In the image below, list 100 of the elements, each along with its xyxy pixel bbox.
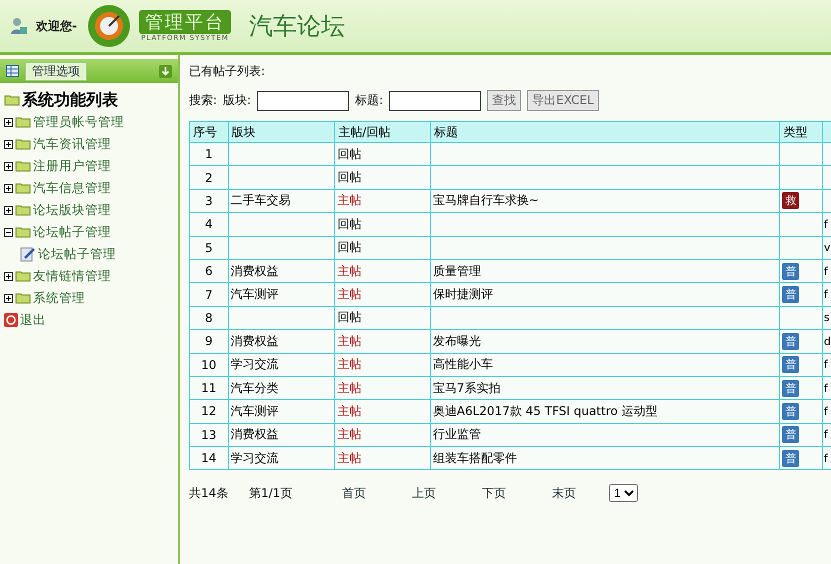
type-badge: 救 [782,192,800,210]
table-cell: 主帖 [334,400,430,424]
logo-title: 管理平台 [138,10,231,34]
expand-icon[interactable] [4,272,13,280]
tree-title: 系统功能列表 [22,90,118,110]
table-cell: 7 [190,282,228,306]
table-cell: 消费权益 [228,330,335,354]
folder-icon [15,204,31,216]
table-cell: 主帖 [334,376,430,400]
table-cell: 回帖 [334,142,430,166]
section-field[interactable] [257,90,350,110]
pager-link[interactable]: 上页 [389,484,459,502]
page-title: 汽车论坛 [248,11,345,42]
tree-item[interactable]: 论坛版块管理 [33,202,111,218]
table-cell: 组装车搭配零件 [430,446,780,470]
table-cell: 主帖 [334,446,430,470]
table-cell: 5 [190,236,228,260]
tree-item[interactable]: 论坛帖子管理 [38,246,116,262]
folder-icon [15,270,31,282]
list-heading: 已有帖子列表: [189,63,266,80]
tree-item[interactable]: 汽车资讯管理 [33,136,111,152]
expand-icon[interactable] [4,140,13,148]
title-label: 标题: [355,92,384,109]
type-badge: 普 [782,380,800,397]
folder-icon [15,116,31,128]
column-header: 主帖/回帖 [334,122,430,142]
table-cell: 4 [190,212,228,236]
table-cell: 8 [190,306,228,330]
table-cell: 宝马7系实拍 [430,376,780,400]
table-cell: 高性能小车 [430,353,780,376]
type-badge: 普 [782,332,800,350]
table-cell: 回帖 [334,166,430,190]
collapse-icon[interactable] [4,228,13,236]
table-cell: 10 [190,353,228,376]
column-header: 版块 [228,122,335,142]
expand-icon[interactable] [4,184,13,192]
sidebar-title: 管理选项 [25,62,87,80]
table-cell: 学习交流 [228,446,335,470]
tree-item[interactable]: 退出 [20,312,46,328]
type-badge: 普 [782,426,800,444]
page-select[interactable]: 1 [609,484,638,502]
title-field[interactable] [389,90,482,110]
user-icon [10,16,28,36]
table-cell: 主帖 [334,282,430,306]
expand-icon[interactable] [4,206,13,214]
folder-icon [15,226,31,238]
tree-item[interactable]: 系统管理 [33,290,85,306]
folder-icon [15,292,31,304]
type-badge: 普 [782,286,800,304]
down-arrow-icon[interactable] [159,64,172,78]
expand-icon[interactable] [4,294,13,302]
table-cell: 9 [190,330,228,354]
column-header: 类型 [780,122,822,142]
table-cell: 学习交流 [228,353,335,376]
tree-item[interactable]: 汽车信息管理 [33,180,111,196]
table-cell: 消费权益 [228,259,335,283]
column-header: 标题 [430,122,780,142]
pager-link[interactable]: 下页 [459,484,529,502]
pager-link[interactable]: 末页 [529,484,599,502]
type-badge: 普 [782,450,800,467]
table-cell: 主帖 [334,353,430,376]
table-cell: 行业监管 [430,423,780,447]
folder-icon [15,182,31,194]
column-header: 序号 [190,122,228,142]
table-cell: 消费权益 [228,423,335,447]
tree-item[interactable]: 管理员帐号管理 [33,114,124,130]
tree-item[interactable]: 论坛帖子管理 [33,224,111,240]
table-cell: 回帖 [334,236,430,260]
table-cell: 主帖 [334,259,430,283]
expand-icon[interactable] [4,118,13,126]
total-count: 共14条 [189,484,230,502]
type-badge: 普 [782,356,800,374]
expand-icon[interactable] [4,162,13,170]
table-cell: 汽车分类 [228,376,335,400]
type-badge: 普 [782,262,800,280]
table-cell: 回帖 [334,212,430,236]
table-cell: 14 [190,446,228,470]
table-cell: 主帖 [334,189,430,213]
section-label: 版块: [223,92,252,109]
table-cell: 13 [190,423,228,447]
table-cell: 保时捷测评 [430,282,780,306]
table-cell: 奥迪A6L2017款 45 TFSI quattro 运动型 [430,400,780,424]
table-cell: 1 [190,142,228,166]
table-cell: 2 [190,166,228,190]
grid-icon [6,65,19,77]
table-cell: 主帖 [334,330,430,354]
type-badge: 普 [782,402,800,420]
welcome-text: 欢迎您- [36,18,77,34]
table-cell: 3 [190,189,228,213]
search-button[interactable]: 查找 [487,90,522,111]
export-button[interactable]: 导出EXCEL [527,90,599,111]
table-cell: 12 [190,400,228,424]
pager-link[interactable]: 首页 [319,484,389,502]
table-cell: 二手车交易 [228,189,335,213]
tree-item[interactable]: 注册用户管理 [33,158,111,174]
tree-item[interactable]: 友情链情管理 [33,268,111,284]
search-label: 搜索: [189,92,218,109]
folder-icon [15,138,31,150]
table-cell: 汽车测评 [228,282,335,306]
table-cell: 发布曝光 [430,330,780,354]
